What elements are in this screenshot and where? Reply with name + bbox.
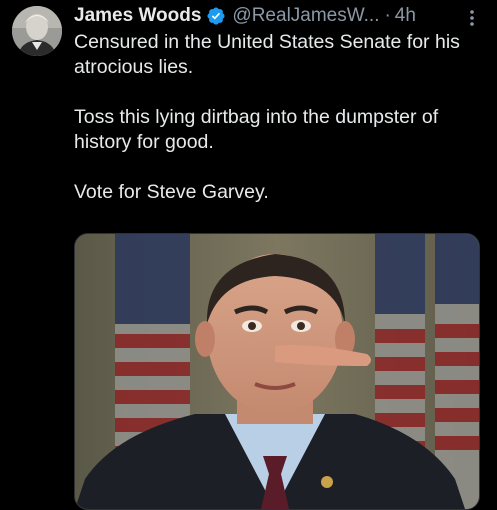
more-vertical-icon[interactable] [466, 8, 478, 28]
tweet-image[interactable] [74, 233, 480, 510]
header-separator: · [384, 5, 391, 26]
tweet[interactable]: James Woods @RealJamesW... · 4h Censured… [0, 0, 497, 510]
avatar[interactable] [12, 6, 62, 56]
tweet-paragraph: Toss this lying dirtbag into the dumpste… [74, 106, 439, 153]
tweet-text: Censured in the United States Senate for… [74, 30, 492, 205]
author-name[interactable]: James Woods [74, 5, 201, 27]
author-handle[interactable]: @RealJamesW... [232, 5, 379, 27]
verified-badge-icon [206, 6, 226, 26]
tweet-header: James Woods @RealJamesW... · 4h [74, 4, 416, 28]
timestamp[interactable]: 4h [395, 5, 416, 27]
tweet-paragraph: Censured in the United States Senate for… [74, 31, 460, 78]
tweet-paragraph: Vote for Steve Garvey. [74, 181, 269, 203]
